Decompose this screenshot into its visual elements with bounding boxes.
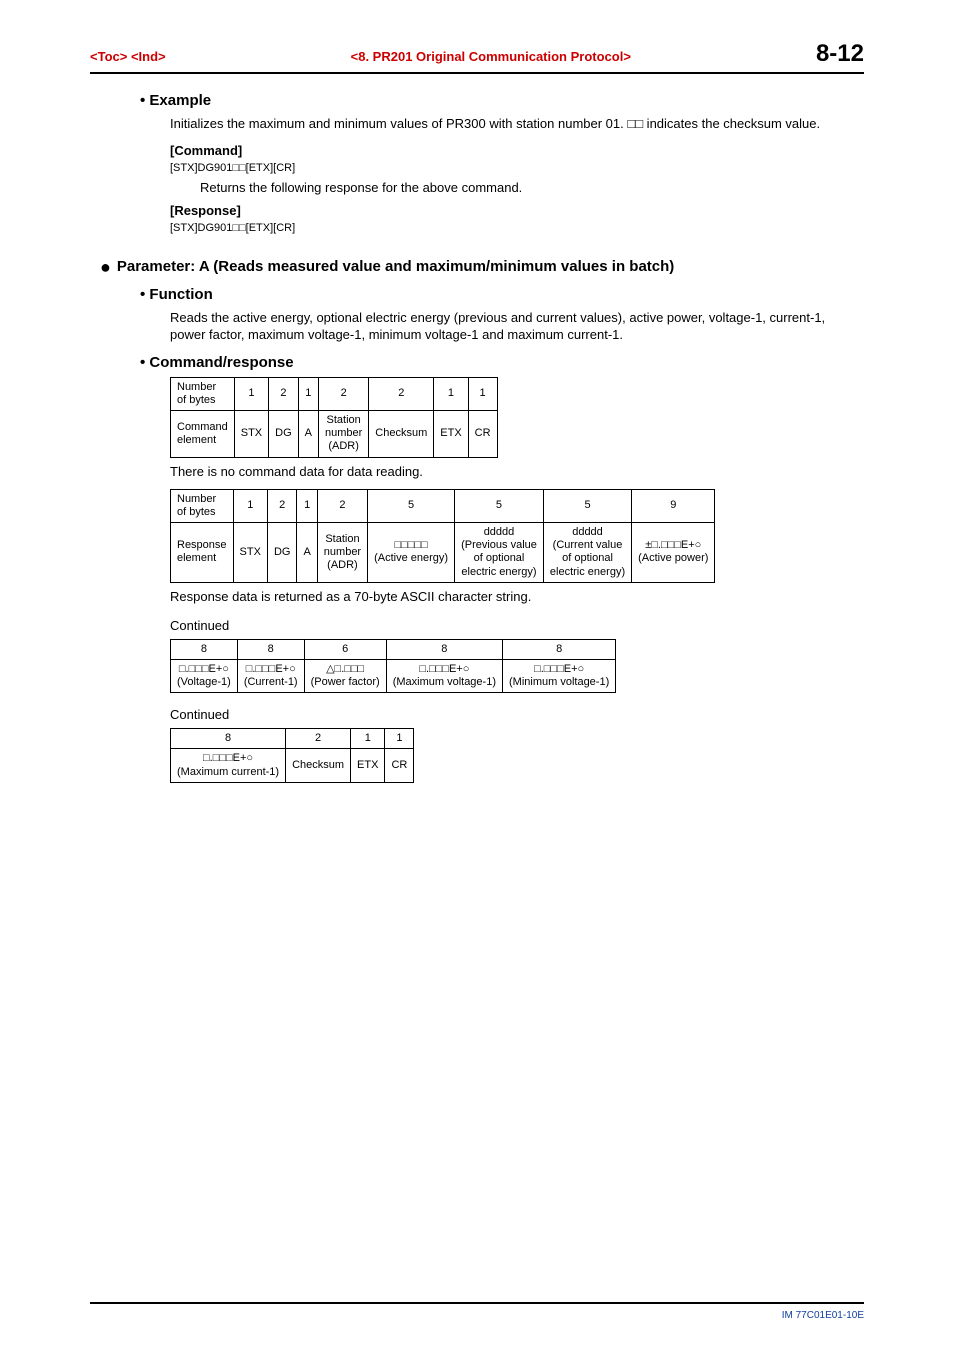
command-label: [Command] xyxy=(170,143,864,158)
parameter-a-title: Parameter: A (Reads measured value and m… xyxy=(117,258,674,275)
table-cell: 1 xyxy=(233,489,267,522)
continued-table-2: 8 2 1 1 □.□□□E+○ (Maximum current-1) Che… xyxy=(170,728,414,783)
table-cell: 1 xyxy=(234,377,268,410)
doc-code: IM 77C01E01-10E xyxy=(782,1310,864,1321)
function-text: Reads the active energy, optional electr… xyxy=(170,309,864,344)
table-cell: A xyxy=(298,411,318,458)
table-cell: □.□□□E+○ (Maximum voltage-1) xyxy=(386,659,502,692)
table-cell: 2 xyxy=(269,377,299,410)
chapter-title: <8. PR201 Original Communication Protoco… xyxy=(351,49,631,64)
table-cell: STX xyxy=(234,411,268,458)
table-cell: Station number (ADR) xyxy=(317,522,367,582)
table-cell: 8 xyxy=(171,639,238,659)
table-cell: 2 xyxy=(317,489,367,522)
table-cell: Command element xyxy=(171,411,235,458)
table-cell: 2 xyxy=(369,377,434,410)
table-cell: 1 xyxy=(351,729,385,749)
table-cell: ETX xyxy=(434,411,468,458)
continued-label-1: Continued xyxy=(170,618,864,633)
function-heading: Function xyxy=(140,286,864,303)
response-label: [Response] xyxy=(170,203,864,218)
table-cell: Station number (ADR) xyxy=(319,411,369,458)
parameter-a-heading: ● Parameter: A (Reads measured value and… xyxy=(100,258,864,276)
table-cell: 1 xyxy=(468,377,497,410)
example-heading: Example xyxy=(140,92,864,109)
table-cell: STX xyxy=(233,522,267,582)
table-cell: □.□□□E+○ (Minimum voltage-1) xyxy=(503,659,616,692)
table-cell: ±□.□□□E+○ (Active power) xyxy=(632,522,715,582)
table-cell: □.□□□E+○ (Current-1) xyxy=(237,659,304,692)
response-note: Returns the following response for the a… xyxy=(200,180,864,195)
table-cell: Checksum xyxy=(286,749,351,782)
page-number: 8-12 xyxy=(816,40,864,68)
continued-table-1: 8 8 6 8 8 □.□□□E+○ (Voltage-1) □.□□□E+○ … xyxy=(170,639,616,694)
command-code: [STX]DG901□□[ETX][CR] xyxy=(170,162,864,174)
table-cell: □.□□□E+○ (Maximum current-1) xyxy=(171,749,286,782)
table-cell: 8 xyxy=(503,639,616,659)
table-cell: 1 xyxy=(434,377,468,410)
table-cell: DG xyxy=(267,522,297,582)
response-data-note: Response data is returned as a 70-byte A… xyxy=(170,589,864,604)
table-cell: ddddd (Current value of optional electri… xyxy=(543,522,631,582)
table-cell: Number of bytes xyxy=(171,377,235,410)
toc-ind-link[interactable]: <Toc> <Ind> xyxy=(90,49,166,64)
table-cell: 8 xyxy=(386,639,502,659)
table-cell: 2 xyxy=(319,377,369,410)
response-code: [STX]DG901□□[ETX][CR] xyxy=(170,222,864,234)
page-footer: IM 77C01E01-10E xyxy=(90,1302,864,1321)
table-cell: 5 xyxy=(455,489,544,522)
table-cell: A xyxy=(297,522,317,582)
example-intro: Initializes the maximum and minimum valu… xyxy=(170,115,864,133)
command-table: Number of bytes 1 2 1 2 2 1 1 Command el… xyxy=(170,377,498,458)
table-cell: ddddd (Previous value of optional electr… xyxy=(455,522,544,582)
table-cell: CR xyxy=(385,749,414,782)
page-header: <Toc> <Ind> <8. PR201 Original Communica… xyxy=(90,40,864,74)
response-table: Number of bytes 1 2 1 2 5 5 5 9 Response… xyxy=(170,489,715,583)
table-cell: △□.□□□ (Power factor) xyxy=(304,659,386,692)
table-cell: ETX xyxy=(351,749,385,782)
table-cell: 1 xyxy=(298,377,318,410)
table-cell: □□□□□ (Active energy) xyxy=(368,522,455,582)
table-cell: Checksum xyxy=(369,411,434,458)
continued-label-2: Continued xyxy=(170,707,864,722)
table-cell: 2 xyxy=(286,729,351,749)
table-cell: 9 xyxy=(632,489,715,522)
table-cell: 5 xyxy=(543,489,631,522)
table-cell: □.□□□E+○ (Voltage-1) xyxy=(171,659,238,692)
table-cell: Response element xyxy=(171,522,234,582)
table-cell: Number of bytes xyxy=(171,489,234,522)
table-cell: 5 xyxy=(368,489,455,522)
table-cell: 1 xyxy=(297,489,317,522)
command-response-heading: Command/response xyxy=(140,354,864,371)
table-cell: DG xyxy=(269,411,299,458)
bullet-icon: ● xyxy=(100,258,111,276)
table-cell: 8 xyxy=(171,729,286,749)
table-cell: 2 xyxy=(267,489,297,522)
table-cell: 1 xyxy=(385,729,414,749)
table-cell: 6 xyxy=(304,639,386,659)
no-command-data-note: There is no command data for data readin… xyxy=(170,464,864,479)
table-cell: 8 xyxy=(237,639,304,659)
table-cell: CR xyxy=(468,411,497,458)
